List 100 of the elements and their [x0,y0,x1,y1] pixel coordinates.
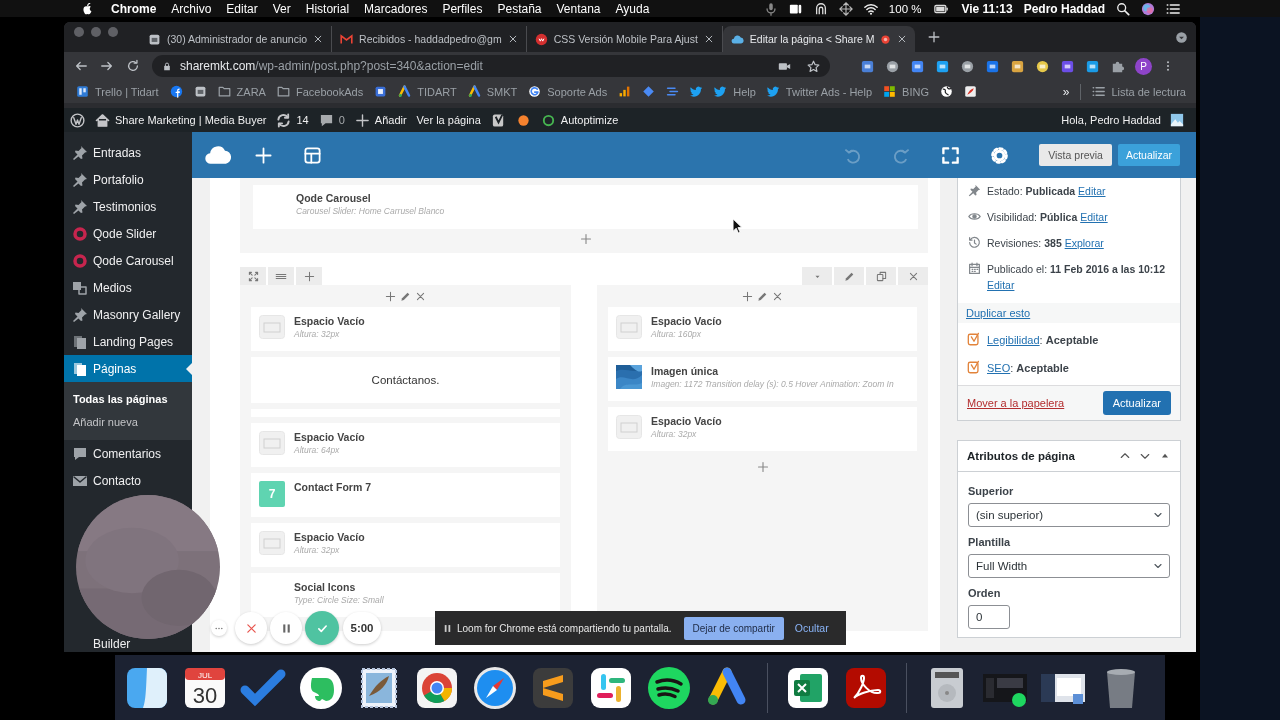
add-icon[interactable] [742,290,753,302]
notification-dot-icon[interactable] [515,112,531,128]
extension-icon[interactable] [1010,58,1025,74]
element-card[interactable]: Espacio Vacío Altura: 64px [251,423,560,467]
preview-button[interactable]: Vista previa [1039,144,1112,166]
close-icon[interactable] [415,290,426,302]
menu-item[interactable]: Pestaña [497,1,542,16]
fullscreen-icon[interactable] [941,145,961,165]
pencil-icon[interactable] [400,290,411,302]
profile-avatar[interactable]: P [1135,57,1152,75]
bookmark[interactable]: Help [714,85,756,98]
sidebar-item[interactable]: Portafolio [64,166,192,193]
move-button[interactable] [240,267,266,285]
list-icon[interactable] [1166,1,1180,16]
back-icon[interactable] [74,59,88,73]
element-card[interactable]: Espacio Vacío Altura: 32px [251,523,560,567]
duplicate-link[interactable]: Duplicar esto [966,307,1031,319]
seo-link[interactable]: Legibilidad [987,333,1040,346]
browser-tab[interactable]: CSS Versión Mobile Para Ajust [526,26,723,52]
columns-button[interactable] [268,267,294,285]
template-select[interactable]: Full Width [968,554,1170,578]
element-card[interactable]: Imagen única Imagen: 1172 Transition delay (s): 0.5 Hover Animation: Zoom In [608,357,917,401]
hide-link[interactable]: Ocultar [794,622,829,634]
extension-icon[interactable] [1085,58,1100,74]
edit-link[interactable]: Editar [987,279,1015,291]
orb-icon[interactable] [1141,1,1155,16]
new-tab-icon[interactable] [927,30,942,44]
add-icon[interactable] [385,290,396,302]
close-icon[interactable] [703,34,714,44]
add-button[interactable] [296,267,322,285]
clone-button[interactable] [866,267,896,285]
trash-link[interactable]: Mover a la papelera [967,397,1065,409]
clock[interactable]: Vie 11:13 [961,1,1013,16]
tab-search-icon[interactable] [1175,30,1188,44]
extension-icon[interactable] [885,58,900,74]
extension-icon[interactable] [1035,58,1050,74]
account-link[interactable]: Hola, Pedro Haddad [1061,113,1184,127]
yoast-icon[interactable] [490,112,506,128]
bookmark-icon[interactable] [618,85,632,98]
bookmark-icon[interactable] [963,85,977,98]
updates-link[interactable]: 14 [276,112,309,128]
reading-list[interactable]: Lista de lectura [1092,85,1186,98]
sidebar-item[interactable]: Masonry Gallery [64,301,192,328]
sidebar-item[interactable]: Páginas [64,355,192,382]
bookmark-icon[interactable] [193,85,207,98]
sidebar-item[interactable]: Comentarios [64,440,192,467]
bookmark[interactable]: ZARA [217,85,266,98]
element-card[interactable]: 7 Contact Form 7 [251,473,560,517]
element-card[interactable]: Espacio Vacío Altura: 160px [608,307,917,351]
menu-item[interactable]: Perfiles [442,1,483,16]
element-card[interactable]: Qode Carousel Carousel Slider: Home Carrusel Blanco [253,185,918,229]
menu-item[interactable]: Marcadores [364,1,428,16]
stop-sharing-button[interactable]: Dejar de compartir [683,616,784,640]
pencil-icon[interactable] [757,290,768,302]
reload-icon[interactable] [126,59,140,73]
add-icon[interactable] [254,145,273,165]
sidebar-item[interactable]: Entradas [64,139,192,166]
menu-item[interactable]: Archivo [171,1,212,16]
edit-link[interactable]: Editar [1080,211,1108,223]
element-card[interactable]: Espacio Vacío Altura: 32px [608,407,917,451]
menu-item[interactable]: Historial [305,1,350,16]
parent-select[interactable]: (sin superior) [968,503,1170,527]
bookmark[interactable]: FacebookAds [276,85,364,98]
apple-icon[interactable] [81,1,94,16]
layout-icon[interactable] [303,145,322,165]
bookmark[interactable]: Twitter Ads - Help [766,85,873,98]
bookmark-icon[interactable] [374,85,388,98]
extension-icon[interactable] [1060,58,1075,74]
sidebar-item[interactable]: Qode Slider [64,220,192,247]
more-bookmarks[interactable]: » [1062,84,1070,99]
edit-link[interactable]: Explorar [1064,237,1104,249]
bookmark[interactable]: BING [883,85,929,98]
extension-icon[interactable] [910,58,925,74]
element-card[interactable]: Contáctanos. [251,357,560,403]
address-field[interactable]: sharemkt.com/wp-admin/post.php?post=340&action=edit [152,55,830,77]
bookmark-icon[interactable] [939,85,953,98]
search-icon[interactable] [1116,1,1130,16]
browser-tab[interactable]: Recibidos - haddadpedro@gm [332,26,527,52]
menu-item[interactable]: Chrome [111,1,157,16]
star-icon[interactable] [807,59,820,73]
new-link[interactable]: Añadir [354,112,407,128]
extension-icon[interactable] [935,58,950,74]
menu-item[interactable]: Editar [226,1,258,16]
browser-tab[interactable]: Editar la página < Share M [722,26,916,52]
sidebar-item[interactable]: Landing Pages [64,328,192,355]
comments-link[interactable]: 0 [318,112,345,128]
element-card[interactable]: Social Icons Type: Circle Size: Small [251,573,560,617]
menu-item[interactable]: Ventana [556,1,601,16]
sidebar-item[interactable]: Builder [93,638,131,651]
extension-icon[interactable] [860,58,875,74]
close-icon[interactable] [313,34,324,44]
update-button[interactable]: Actualizar [1102,391,1171,415]
sidebar-item[interactable]: Testimonios [64,193,192,220]
edit-button[interactable] [834,267,864,285]
bookmark-icon[interactable] [169,85,183,98]
browser-tab[interactable]: (30) Administrador de anuncio [140,26,333,52]
wordpress-icon[interactable] [70,112,85,128]
arch-icon[interactable] [813,1,828,16]
site-link[interactable]: Share Marketing | Media Buyer [95,112,267,128]
menu-item[interactable]: Ver [272,1,291,16]
